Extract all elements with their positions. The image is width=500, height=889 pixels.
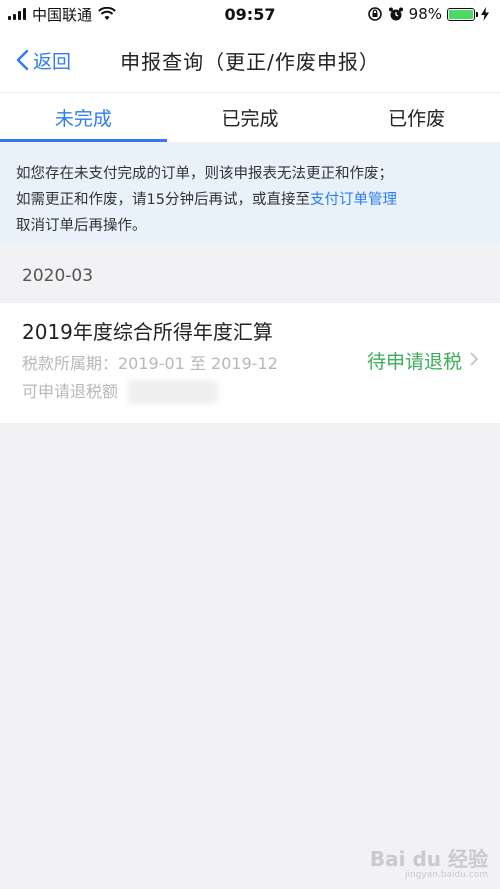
refund-amount-label: 可申请退税额 [22,382,119,401]
watermark-logo: Bai du 经验 jingyan.baidu.com [369,847,488,883]
orientation-lock-icon [367,7,382,21]
notice-line-2: 如需更正和作废，请15分钟后再试，或直接至支付订单管理 [16,187,484,213]
alarm-icon [388,7,403,21]
chevron-left-icon [16,49,29,71]
section-date: 2020-03 [22,266,94,286]
notice-line-2-text: 如需更正和作废，请15分钟后再试，或直接至 [16,192,310,208]
wifi-icon [98,7,116,20]
battery-fill [449,9,473,19]
payment-order-management-link[interactable]: 支付订单管理 [310,192,397,208]
chevron-right-icon [470,352,479,366]
refund-amount-redacted [128,380,219,404]
battery-percent: 98% [408,5,442,23]
nav-bar: 返回 申报查询（更正/作废申报） [0,28,500,92]
back-button[interactable]: 返回 [16,28,71,92]
record-status: 待申请退税 [366,351,462,373]
carrier-label: 中国联通 [32,5,93,24]
charging-bolt-icon [481,7,489,21]
signal-icon [8,8,26,20]
tab-completed[interactable]: 已完成 [167,93,334,142]
notice-line-3: 取消订单后再操作。 [16,218,147,234]
tab-incomplete[interactable]: 未完成 [0,93,167,142]
back-label: 返回 [33,50,72,73]
notice-banner: 如您存在未支付完成的订单，则该申报表无法更正和作废； 如需更正和作废，请15分钟… [0,143,500,243]
status-left: 中国联通 [8,4,116,25]
watermark-main: Bai du 经验 [369,847,488,871]
tab-voided[interactable]: 已作废 [333,93,500,142]
battery-icon [447,7,478,21]
record-amount-row: 可申请退税额 [22,379,478,405]
status-right: 98% [367,5,490,23]
declaration-record-card[interactable]: 2019年度综合所得年度汇算 税款所属期：2019-01 至 2019-12 可… [0,303,500,423]
page-title: 申报查询（更正/作废申报） [120,49,380,74]
status-tabs: 未完成 已完成 已作废 [0,92,500,142]
status-bar: 中国联通 09:57 98% [0,0,500,28]
notice-line-1: 如您存在未支付完成的订单，则该申报表无法更正和作废； [16,166,393,182]
record-title: 2019年度综合所得年度汇算 [22,320,273,344]
